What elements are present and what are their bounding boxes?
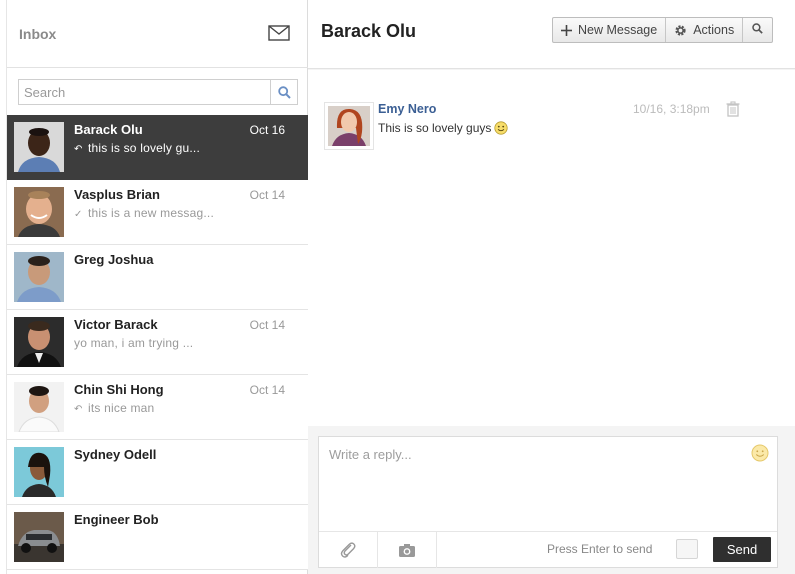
conversation-date: Oct 14: [249, 318, 285, 332]
avatar: [14, 317, 64, 367]
enter-to-send-label: Press Enter to send: [547, 542, 653, 556]
search-conversation-button[interactable]: [743, 18, 772, 42]
camera-icon[interactable]: [378, 532, 437, 568]
conversation-date: Oct 14: [249, 188, 285, 202]
conversation-panel: Barack Olu New Message Actions Emy Nero …: [308, 0, 795, 574]
conversation-header: Barack Olu New Message Actions: [308, 0, 795, 69]
actions-button[interactable]: Actions: [666, 18, 744, 42]
conversation-list: Barack Olu Oct 16 ↶ this is so lovely gu.…: [7, 115, 308, 570]
search-box: [18, 79, 298, 105]
conversation-preview-text: this is a new messag...: [88, 206, 214, 220]
search-icon: [752, 23, 763, 37]
new-message-button[interactable]: New Message: [553, 18, 667, 42]
message-author[interactable]: Emy Nero: [378, 102, 436, 116]
conversation-item[interactable]: Engineer Bob: [7, 505, 308, 570]
reply-icon: ↶: [74, 144, 83, 155]
conversation-preview-text: this is so lovely gu...: [88, 141, 200, 155]
conversation-name: Vasplus Brian: [74, 187, 160, 202]
avatar: [14, 447, 64, 497]
conversation-name: Victor Barack: [74, 317, 158, 332]
conversation-name: Sydney Odell: [74, 447, 157, 462]
conversation-date: Oct 14: [249, 383, 285, 397]
search-button[interactable]: [270, 80, 297, 104]
header-toolbar: New Message Actions: [552, 17, 774, 43]
gear-icon: [674, 24, 687, 37]
avatar: [14, 122, 64, 172]
sidebar-header: Inbox: [7, 0, 308, 68]
message-thread: Emy Nero 10/16, 3:18pm This is so lovely…: [308, 70, 795, 426]
actions-label: Actions: [693, 23, 735, 37]
avatar: [14, 252, 64, 302]
conversation-name: Chin Shi Hong: [74, 382, 164, 397]
plus-icon: [561, 24, 572, 36]
conversation-name: Barack Olu: [74, 122, 143, 137]
conversation-item[interactable]: Barack Olu Oct 16 ↶ this is so lovely gu.…: [7, 115, 308, 180]
conversation-sidebar: Inbox Barack Olu Oct 16 ↶ this is so love…: [6, 0, 308, 574]
avatar: [14, 187, 64, 237]
enter-to-send-checkbox[interactable]: [676, 539, 698, 559]
conversation-preview-text: its nice man: [88, 401, 155, 415]
emoji-icon[interactable]: [751, 444, 769, 465]
send-button[interactable]: Send: [713, 537, 771, 562]
inbox-title: Inbox: [19, 26, 57, 42]
message-body: This is so lovely guys: [378, 121, 492, 135]
paperclip-icon[interactable]: [319, 532, 378, 568]
conversation-item[interactable]: Vasplus Brian Oct 14 ✓ this is a new mess…: [7, 180, 308, 245]
conversation-preview: ✓ this is a new messag...: [74, 206, 214, 220]
message-time: 10/16, 3:18pm: [633, 102, 710, 116]
reply-icon: ↶: [74, 404, 83, 415]
conversation-name: Engineer Bob: [74, 512, 159, 527]
avatar: [324, 102, 374, 150]
smiley-icon: [494, 121, 508, 138]
trash-icon[interactable]: [726, 101, 740, 120]
search-icon: [277, 85, 291, 99]
conversation-item[interactable]: Victor Barack Oct 14 yo man, i am trying…: [7, 310, 308, 375]
conversation-preview: ↶ this is so lovely gu...: [74, 141, 200, 155]
envelope-icon[interactable]: [268, 25, 290, 41]
avatar: [14, 512, 64, 562]
message-text: This is so lovely guys: [378, 121, 508, 138]
conversation-date: Oct 16: [249, 123, 285, 137]
avatar: [14, 382, 64, 432]
new-message-label: New Message: [578, 23, 658, 37]
conversation-preview: ↶ its nice man: [74, 401, 154, 415]
search-input[interactable]: [19, 80, 271, 104]
conversation-name: Greg Joshua: [74, 252, 154, 267]
check-icon: ✓: [74, 209, 83, 220]
conversation-item[interactable]: Greg Joshua: [7, 245, 308, 310]
conversation-title: Barack Olu: [321, 21, 417, 41]
reply-toolbar: Press Enter to send Send: [319, 531, 777, 568]
reply-box: Press Enter to send Send: [318, 436, 778, 568]
conversation-item[interactable]: Chin Shi Hong Oct 14 ↶ its nice man: [7, 375, 308, 440]
conversation-item[interactable]: Sydney Odell: [7, 440, 308, 505]
reply-input[interactable]: [319, 437, 777, 530]
conversation-preview: yo man, i am trying ...: [74, 336, 194, 350]
